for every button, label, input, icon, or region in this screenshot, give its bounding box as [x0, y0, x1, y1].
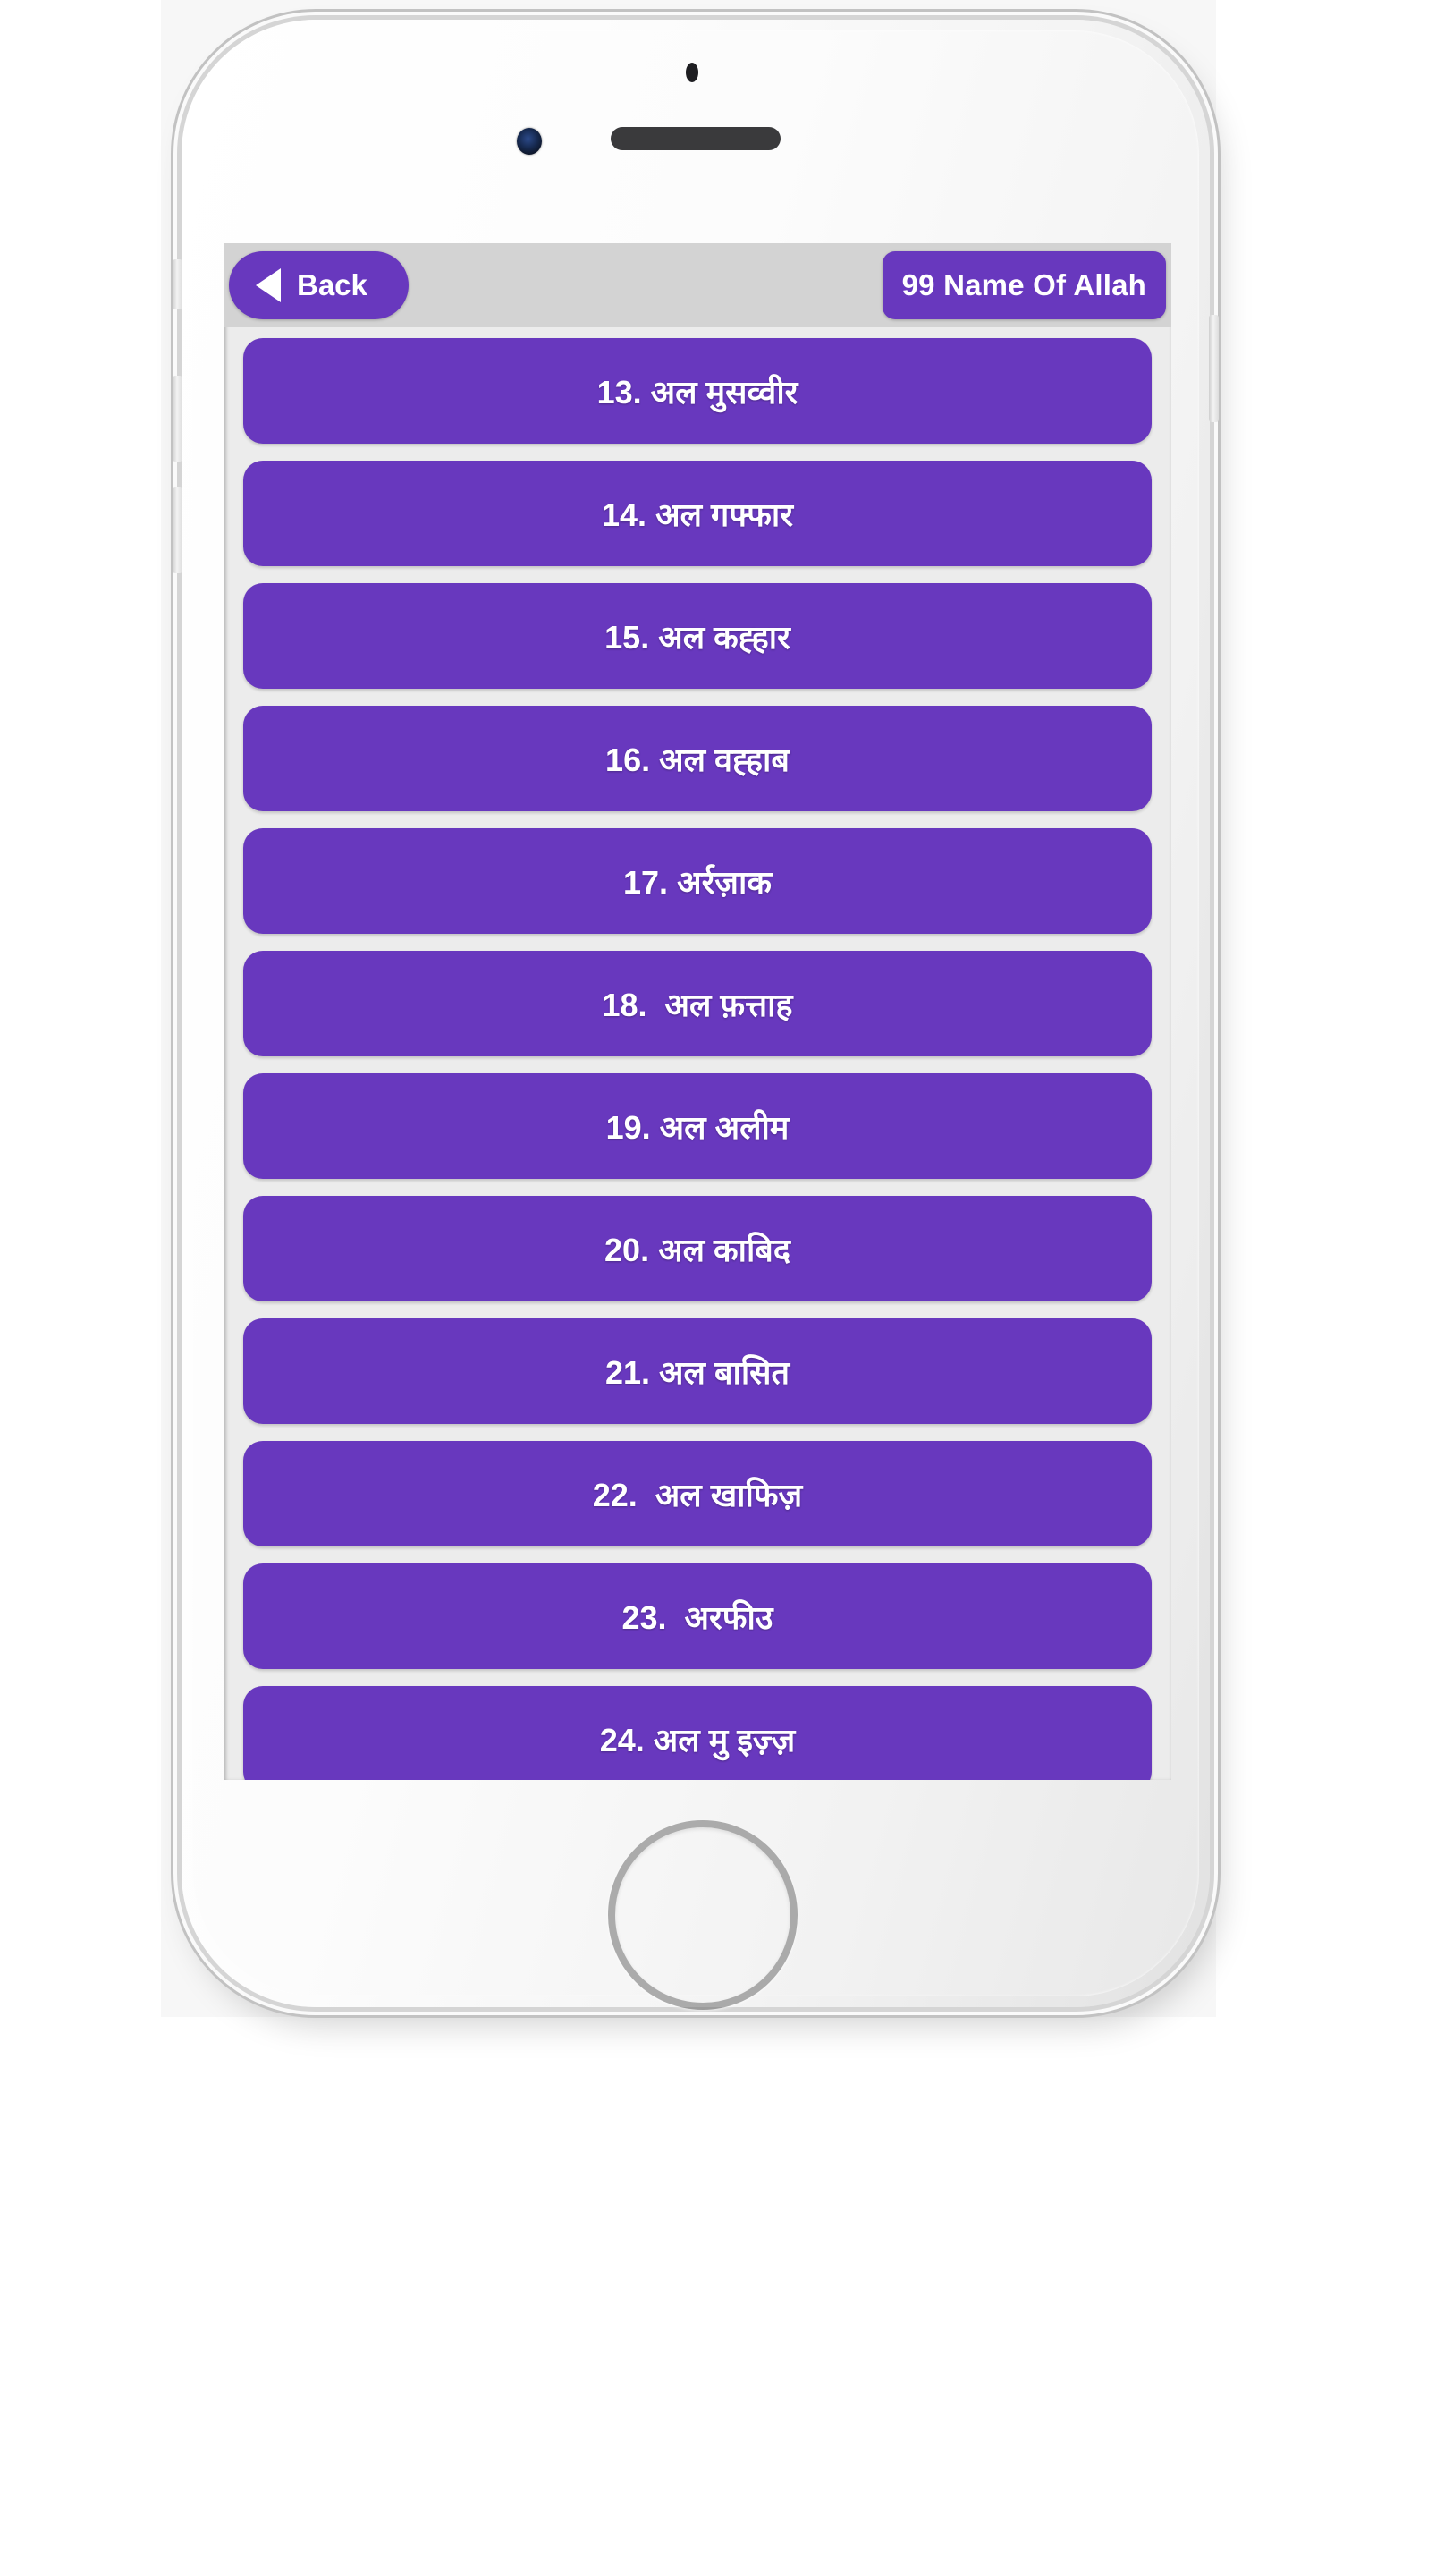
list-item[interactable]: 20. अल काबिद	[243, 1196, 1152, 1301]
power-button[interactable]	[1209, 315, 1219, 422]
list-item[interactable]: 16. अल वह्हाब	[243, 706, 1152, 811]
list-item-label: 20. अल काबिद	[604, 1231, 790, 1268]
home-button[interactable]	[608, 1820, 798, 2010]
list-item-label: 16. अल वह्हाब	[605, 741, 790, 778]
back-button-label: Back	[297, 268, 367, 301]
list-item-label: 24. अल मु इज़्ज़	[599, 1721, 796, 1758]
list-item-label: 21. अल बासित	[604, 1353, 790, 1391]
volume-up-button[interactable]	[173, 376, 182, 462]
list-item[interactable]: 18. अल फ़त्ताह	[243, 951, 1152, 1056]
page-title-label: 99 Name Of Allah	[901, 268, 1146, 301]
list-item[interactable]: 15. अल कह्हार	[243, 583, 1152, 689]
front-camera-icon	[517, 128, 542, 155]
list-item-label: 14. अल गफ्फार	[602, 496, 793, 533]
list-item[interactable]: 13. अल मुसव्वीर	[243, 338, 1152, 444]
back-button[interactable]: Back	[229, 251, 409, 319]
list-item[interactable]: 22. अल खाफिज़	[243, 1441, 1152, 1546]
list-item[interactable]: 17. अर्रज़ाक	[243, 828, 1152, 934]
list-item[interactable]: 19. अल अलीम	[243, 1073, 1152, 1179]
list-item[interactable]: 24. अल मु इज़्ज़	[243, 1686, 1152, 1780]
list-item-label: 15. अल कह्हार	[604, 618, 790, 656]
list-item[interactable]: 23. अरफीउ	[243, 1563, 1152, 1669]
earpiece-speaker-icon	[611, 127, 781, 150]
volume-down-button[interactable]	[173, 487, 182, 573]
list-item[interactable]: 21. अल बासित	[243, 1318, 1152, 1424]
list-item-label: 13. अल मुसव्वीर	[596, 373, 798, 411]
list-item-label: 19. अल अलीम	[605, 1108, 790, 1146]
list-item-label: 23. अरफीउ	[621, 1598, 773, 1636]
app-header: Back 99 Name Of Allah	[224, 243, 1171, 327]
triangle-left-icon	[256, 268, 281, 302]
names-list[interactable]: 13. अल मुसव्वीर 14. अल गफ्फार 15. अल कह्हा…	[224, 338, 1171, 1780]
list-item-label: 17. अर्रज़ाक	[623, 863, 772, 901]
mute-switch-button[interactable]	[173, 259, 182, 309]
phone-screen: Back 99 Name Of Allah 13. अल मुसव्वीर 14.…	[224, 243, 1171, 1780]
page-title: 99 Name Of Allah	[882, 251, 1166, 319]
proximity-sensor-icon	[686, 63, 698, 82]
list-item[interactable]: 14. अल गफ्फार	[243, 461, 1152, 566]
list-item-label: 18. अल फ़त्ताह	[602, 986, 793, 1023]
list-item-label: 22. अल खाफिज़	[592, 1476, 803, 1513]
